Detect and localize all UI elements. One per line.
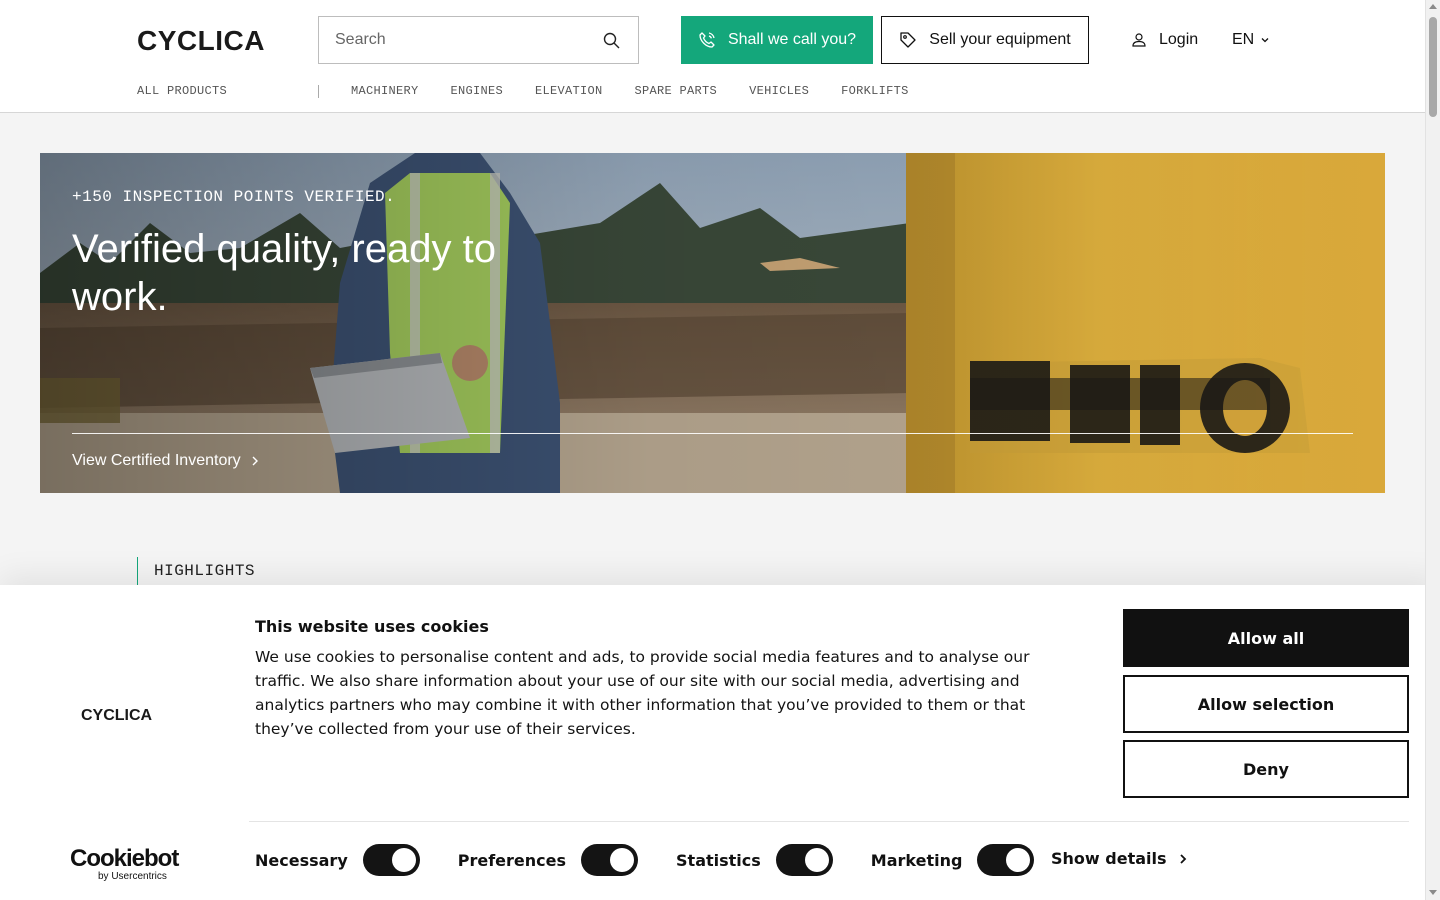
hero-banner: +150 INSPECTION POINTS VERIFIED. Verifie… bbox=[40, 153, 1385, 493]
login-link[interactable]: Login bbox=[1131, 28, 1198, 52]
call-button-label: Shall we call you? bbox=[727, 31, 857, 48]
nav-item-forklifts[interactable]: FORKLIFTS bbox=[841, 84, 909, 98]
cookie-divider bbox=[249, 821, 1409, 822]
cookie-logo-text: CYCLICA bbox=[81, 707, 153, 722]
nav-item-spare-parts[interactable]: SPARE PARTS bbox=[635, 84, 718, 98]
nav-item-engines[interactable]: ENGINES bbox=[451, 84, 504, 98]
user-icon bbox=[1132, 33, 1146, 47]
cookie-banner: CYCLICA Cookiebot by Usercentrics This w… bbox=[0, 585, 1440, 900]
nav-item-machinery[interactable]: MACHINERY bbox=[351, 84, 419, 98]
sell-equipment-button[interactable]: Sell your equipment bbox=[881, 16, 1089, 64]
consent-toggles: Necessary Preferences Statistics Marketi… bbox=[255, 844, 1072, 876]
cookie-banner-logo: CYCLICA bbox=[81, 706, 163, 727]
allow-selection-button[interactable]: Allow selection bbox=[1123, 675, 1409, 733]
highlights-heading: HIGHLIGHTS bbox=[137, 557, 255, 585]
scroll-thumb[interactable] bbox=[1429, 17, 1437, 117]
category-nav: MACHINERY ENGINES ELEVATION SPARE PARTS … bbox=[351, 84, 909, 98]
toggle-statistics-label: Statistics bbox=[676, 850, 761, 870]
nav-item-elevation[interactable]: ELEVATION bbox=[535, 84, 603, 98]
cookie-title: This website uses cookies bbox=[255, 617, 489, 636]
language-selector[interactable]: EN bbox=[1232, 28, 1270, 52]
site-header: CYCLICA Shall we call you? Sell your equ… bbox=[0, 0, 1425, 113]
chevron-right-icon bbox=[1179, 853, 1186, 864]
toggle-statistics: Statistics bbox=[676, 844, 833, 876]
nav-item-vehicles[interactable]: VEHICLES bbox=[749, 84, 809, 98]
show-details-link[interactable]: Show details bbox=[1051, 849, 1187, 868]
show-details-label: Show details bbox=[1051, 849, 1167, 868]
toggle-preferences-switch[interactable] bbox=[581, 844, 639, 876]
chevron-right-icon bbox=[252, 456, 258, 466]
scroll-up-arrow[interactable] bbox=[1429, 4, 1437, 9]
toggle-preferences: Preferences bbox=[457, 844, 639, 876]
hero-eyebrow: +150 INSPECTION POINTS VERIFIED. bbox=[72, 188, 396, 206]
view-inventory-label: View Certified Inventory bbox=[72, 452, 241, 469]
language-label: EN bbox=[1232, 31, 1255, 48]
cookiebot-name: Cookiebot bbox=[70, 845, 179, 872]
tag-icon bbox=[900, 32, 916, 48]
allow-all-button[interactable]: Allow all bbox=[1123, 609, 1409, 667]
nav-all-products[interactable]: ALL PRODUCTS bbox=[137, 84, 227, 98]
chevron-down-icon bbox=[1261, 38, 1269, 43]
cookie-description: We use cookies to personalise content an… bbox=[255, 648, 1030, 738]
toggle-marketing-switch[interactable] bbox=[977, 844, 1035, 876]
cyclica-logo[interactable]: CYCLICA bbox=[137, 25, 279, 56]
toggle-necessary-switch[interactable] bbox=[362, 844, 420, 876]
search-input[interactable] bbox=[319, 17, 589, 63]
deny-button[interactable]: Deny bbox=[1123, 740, 1409, 798]
toggle-marketing-label: Marketing bbox=[870, 850, 963, 870]
cookiebot-logo[interactable]: Cookiebot by Usercentrics bbox=[70, 845, 179, 882]
sell-button-label: Sell your equipment bbox=[929, 31, 1071, 48]
login-label: Login bbox=[1159, 31, 1199, 48]
toggle-preferences-label: Preferences bbox=[457, 850, 567, 870]
toggle-statistics-switch[interactable] bbox=[775, 844, 833, 876]
toggle-necessary: Necessary bbox=[255, 844, 420, 876]
nav-divider bbox=[318, 85, 319, 98]
toggle-necessary-label: Necessary bbox=[255, 850, 348, 870]
hero-divider bbox=[72, 433, 1353, 434]
logo-text: CYCLICA bbox=[137, 27, 265, 53]
search-box bbox=[318, 16, 639, 64]
toggle-marketing: Marketing bbox=[871, 844, 1035, 876]
scroll-down-arrow[interactable] bbox=[1429, 890, 1437, 895]
page-scrollbar[interactable] bbox=[1425, 0, 1440, 900]
hero-title: Verified quality, ready to work. bbox=[72, 227, 496, 319]
phone-icon bbox=[699, 32, 715, 48]
view-inventory-link[interactable]: View Certified Inventory bbox=[72, 452, 259, 470]
search-icon[interactable] bbox=[602, 31, 622, 51]
call-me-button[interactable]: Shall we call you? bbox=[681, 16, 873, 64]
